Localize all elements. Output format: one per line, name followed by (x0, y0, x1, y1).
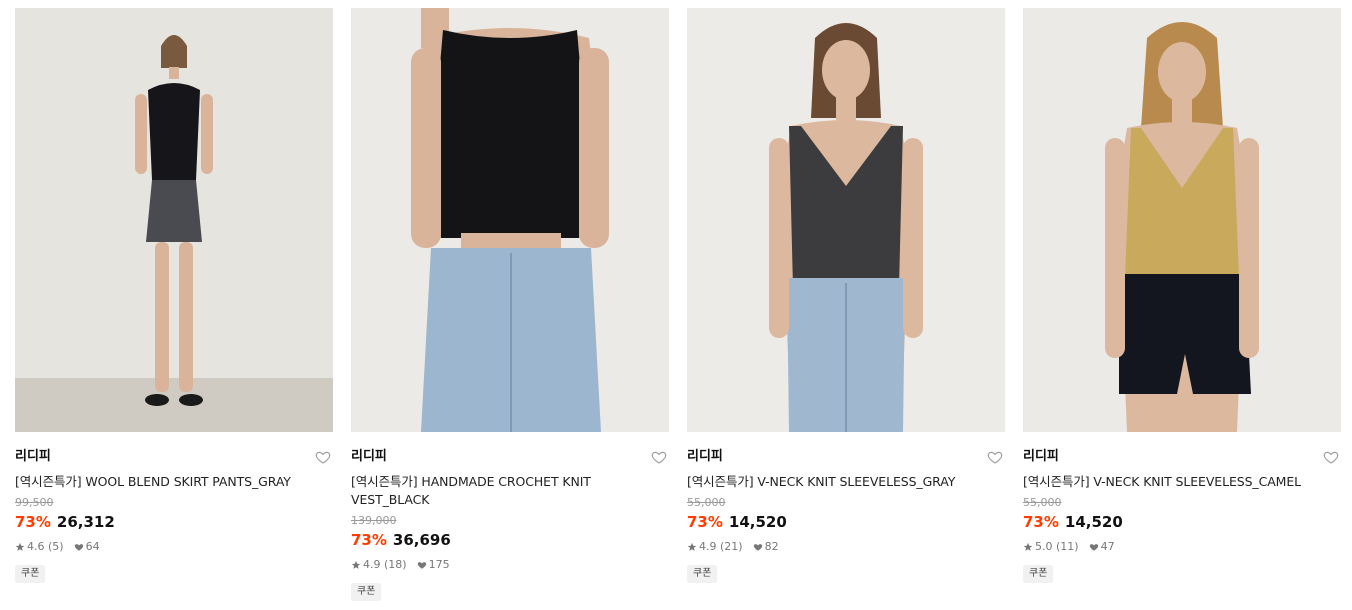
discount-rate: 73% (15, 513, 51, 531)
heart-outline-icon[interactable] (315, 449, 331, 465)
product-meta: 4.9 (21) 82 (687, 540, 1005, 554)
price-row: 73% 26,312 (15, 512, 333, 532)
sale-price: 36,696 (392, 531, 451, 549)
price-row: 73% 36,696 (351, 530, 669, 550)
product-card[interactable]: 리디피 [역시즌특가] WOOL BLEND SKIRT PANTS_GRAY … (15, 8, 333, 583)
like-count: 47 (1100, 540, 1115, 553)
heart-filled-icon (1089, 544, 1098, 551)
product-meta: 4.6 (5) 64 (15, 540, 333, 554)
heart-outline-icon[interactable] (987, 449, 1003, 465)
brand-name[interactable]: 리디피 (687, 447, 1005, 467)
product-name[interactable]: [역시즌특가] V-NECK KNIT SLEEVELESS_GRAY (687, 473, 1005, 491)
model-photo (15, 8, 333, 432)
product-card[interactable]: 리디피 [역시즌특가] V-NECK KNIT SLEEVELESS_CAMEL… (1023, 8, 1341, 583)
model-photo (687, 8, 1005, 432)
original-price: 55,000 (1023, 496, 1062, 509)
product-meta: 4.9 (18) 175 (351, 558, 669, 572)
product-name[interactable]: [역시즌특가] HANDMADE CROCHET KNIT VEST_BLACK (351, 473, 669, 509)
heart-filled-icon (753, 544, 762, 551)
like-count: 82 (764, 540, 779, 553)
star-icon (687, 542, 697, 551)
model-photo (1023, 8, 1341, 432)
brand-name[interactable]: 리디피 (1023, 447, 1341, 467)
like-count: 175 (428, 558, 450, 571)
product-meta: 5.0 (11) 47 (1023, 540, 1341, 554)
product-image[interactable] (15, 8, 333, 432)
heart-filled-icon (417, 562, 426, 569)
brand-name[interactable]: 리디피 (351, 447, 669, 467)
product-grid: 리디피 [역시즌특가] WOOL BLEND SKIRT PANTS_GRAY … (0, 0, 1352, 610)
heart-outline-icon[interactable] (1323, 449, 1339, 465)
product-image[interactable] (687, 8, 1005, 432)
star-icon (1023, 542, 1033, 551)
product-image[interactable] (351, 8, 669, 432)
coupon-badge: 쿠폰 (351, 583, 382, 601)
rating: 5.0 (11) (1035, 540, 1079, 553)
star-icon (15, 542, 25, 551)
coupon-badge: 쿠폰 (15, 565, 46, 583)
price-row: 73% 14,520 (1023, 512, 1341, 532)
discount-rate: 73% (351, 531, 387, 549)
sale-price: 14,520 (728, 513, 787, 531)
heart-outline-icon[interactable] (651, 449, 667, 465)
coupon-badge: 쿠폰 (687, 565, 718, 583)
discount-rate: 73% (1023, 513, 1059, 531)
original-price: 55,000 (687, 496, 726, 509)
product-name[interactable]: [역시즌특가] WOOL BLEND SKIRT PANTS_GRAY (15, 473, 333, 491)
original-price: 99,500 (15, 496, 54, 509)
sale-price: 14,520 (1064, 513, 1123, 531)
discount-rate: 73% (687, 513, 723, 531)
sale-price: 26,312 (56, 513, 115, 531)
original-price: 139,000 (351, 514, 397, 527)
product-name[interactable]: [역시즌특가] V-NECK KNIT SLEEVELESS_CAMEL (1023, 473, 1341, 491)
price-row: 73% 14,520 (687, 512, 1005, 532)
rating: 4.6 (5) (27, 540, 64, 553)
brand-name[interactable]: 리디피 (15, 447, 333, 467)
rating: 4.9 (21) (699, 540, 743, 553)
product-image[interactable] (1023, 8, 1341, 432)
product-card[interactable]: 리디피 [역시즌특가] HANDMADE CROCHET KNIT VEST_B… (351, 8, 669, 601)
like-count: 64 (85, 540, 100, 553)
coupon-badge: 쿠폰 (1023, 565, 1054, 583)
heart-filled-icon (74, 544, 83, 551)
rating: 4.9 (18) (363, 558, 407, 571)
model-photo (351, 8, 669, 432)
product-card[interactable]: 리디피 [역시즌특가] V-NECK KNIT SLEEVELESS_GRAY … (687, 8, 1005, 583)
star-icon (351, 560, 361, 569)
